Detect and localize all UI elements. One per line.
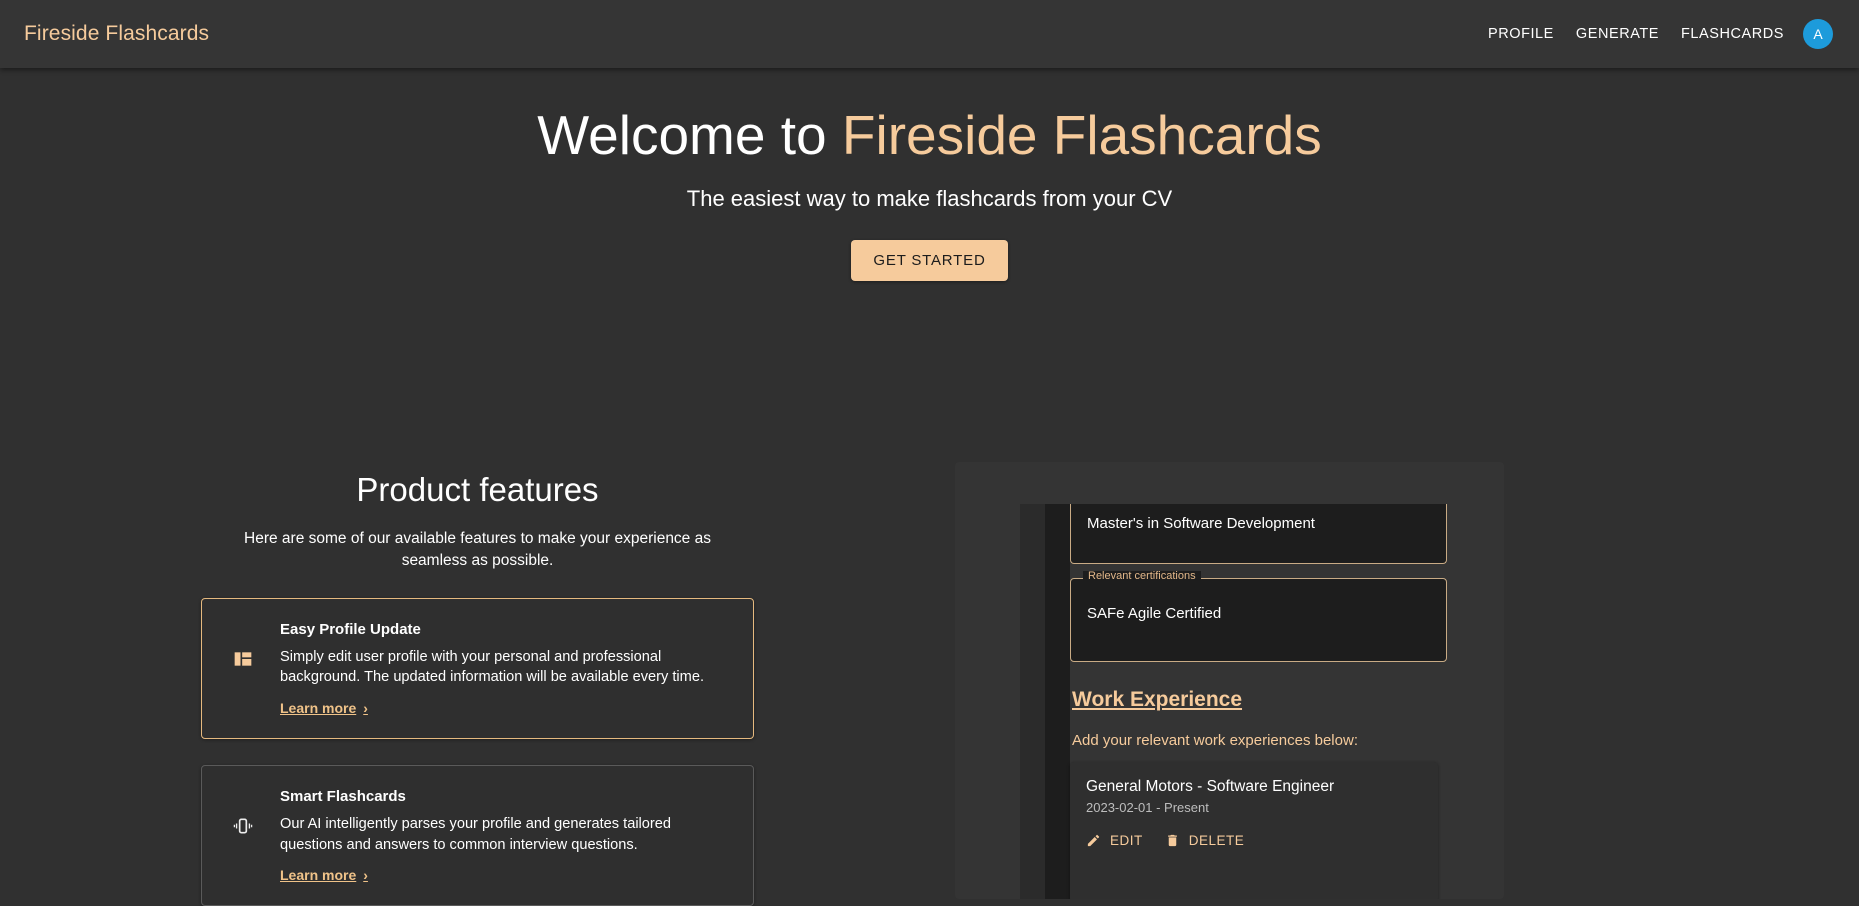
edit-button-label: EDIT bbox=[1110, 833, 1143, 848]
delete-button-label: DELETE bbox=[1188, 833, 1245, 848]
nav-item-flashcards[interactable]: FLASHCARDS bbox=[1670, 18, 1795, 50]
degree-field[interactable]: Master's in Software Development bbox=[1070, 504, 1447, 564]
hero-cta-wrap: GET STARTED bbox=[0, 240, 1859, 282]
work-experience-entry: General Motors - Software Engineer 2023-… bbox=[1070, 762, 1438, 899]
learn-more-label: Learn more bbox=[280, 867, 357, 884]
feature-card-title: Easy Profile Update bbox=[280, 620, 421, 638]
primary-nav: PROFILE GENERATE FLASHCARDS A bbox=[1477, 18, 1833, 50]
certifications-field[interactable]: Relevant certifications SAFe Agile Certi… bbox=[1070, 571, 1447, 662]
hero-title-plain: Welcome to bbox=[537, 104, 842, 166]
feature-card-text: Simply edit user profile with your perso… bbox=[280, 648, 705, 686]
vibrating-phone-icon bbox=[226, 816, 260, 836]
certifications-field-label: Relevant certifications bbox=[1083, 571, 1201, 582]
hero-section: Welcome to Fireside Flashcards The easie… bbox=[0, 68, 1859, 282]
feature-card-title: Smart Flashcards bbox=[280, 788, 406, 806]
work-experience-dates: 2023-02-01 - Present bbox=[1086, 800, 1209, 815]
nav-item-profile[interactable]: PROFILE bbox=[1477, 18, 1565, 50]
preview-gutter bbox=[1020, 504, 1045, 899]
learn-more-label: Learn more bbox=[280, 700, 357, 717]
work-experience-title: General Motors - Software Engineer bbox=[1086, 778, 1335, 795]
learn-more-link[interactable]: Learn more › bbox=[280, 867, 368, 883]
feature-card-easy-profile-update[interactable]: Easy Profile Update Simply edit user pro… bbox=[201, 597, 754, 740]
chevron-right-icon: › bbox=[363, 700, 368, 717]
lower-section: Product features Here are some of our av… bbox=[0, 462, 1859, 906]
get-started-button[interactable]: GET STARTED bbox=[851, 240, 1008, 282]
work-experience-actions: EDIT DELETE bbox=[1086, 833, 1422, 848]
top-app-bar: Fireside Flashcards PROFILE GENERATE FLA… bbox=[0, 0, 1859, 68]
delete-button[interactable]: DELETE bbox=[1165, 833, 1245, 848]
trash-icon bbox=[1165, 833, 1180, 848]
work-experience-note: Add your relevant work experiences below… bbox=[1072, 732, 1358, 749]
degree-field-value: Master's in Software Development bbox=[1087, 515, 1315, 532]
chevron-right-icon: › bbox=[363, 867, 368, 884]
profile-preview-panel: Master's in Software Development Relevan… bbox=[955, 462, 1504, 899]
profile-preview-screenshot: Master's in Software Development Relevan… bbox=[1020, 504, 1504, 899]
features-subtitle: Here are some of our available features … bbox=[244, 529, 711, 569]
dashboard-layout-icon bbox=[226, 649, 260, 669]
learn-more-link[interactable]: Learn more › bbox=[280, 700, 368, 716]
nav-item-generate[interactable]: GENERATE bbox=[1565, 18, 1670, 50]
features-column: Product features Here are some of our av… bbox=[0, 462, 955, 906]
page-title: Welcome to Fireside Flashcards bbox=[0, 102, 1859, 169]
feature-card-text: Our AI intelligently parses your profile… bbox=[280, 816, 672, 853]
pencil-icon bbox=[1086, 833, 1101, 848]
features-title: Product features bbox=[356, 471, 599, 508]
hero-subtitle: The easiest way to make flashcards from … bbox=[686, 186, 1173, 212]
hero-title-accent: Fireside Flashcards bbox=[841, 104, 1322, 166]
feature-card-body: Easy Profile Update Simply edit user pro… bbox=[280, 621, 731, 718]
certifications-field-value: SAFe Agile Certified bbox=[1087, 605, 1222, 622]
feature-card-body: Smart Flashcards Our AI intelligently pa… bbox=[280, 788, 731, 885]
work-experience-heading: Work Experience bbox=[1072, 688, 1243, 711]
avatar[interactable]: A bbox=[1803, 19, 1833, 49]
preview-sidebar-strip bbox=[1045, 504, 1070, 899]
edit-button[interactable]: EDIT bbox=[1086, 833, 1143, 848]
feature-card-smart-flashcards[interactable]: Smart Flashcards Our AI intelligently pa… bbox=[201, 765, 754, 906]
preview-content: Master's in Software Development Relevan… bbox=[1070, 504, 1504, 899]
brand-title[interactable]: Fireside Flashcards bbox=[24, 22, 209, 46]
